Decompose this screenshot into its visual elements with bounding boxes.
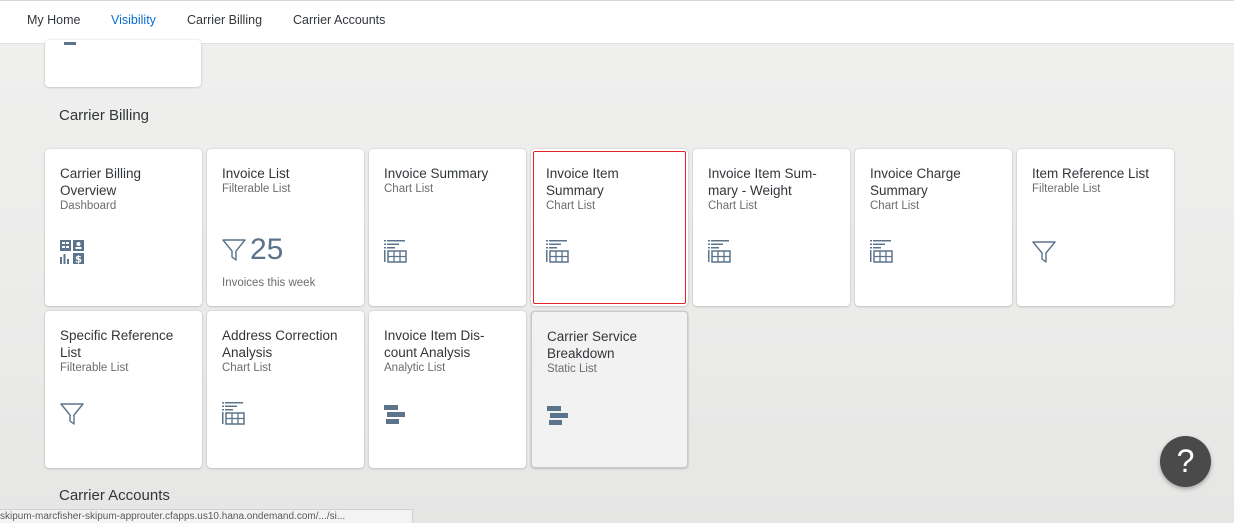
tab-carrier-billing[interactable]: Carrier Billing (187, 13, 262, 27)
tile-title: Invoice Summary (384, 166, 489, 181)
chart-table-icon (870, 240, 894, 271)
tile-subtitle: Static List (547, 363, 597, 375)
tile-invoice-item-discount-analysis[interactable]: Invoice Item Dis-count Analysis Analytic… (369, 311, 526, 468)
bar-chart-horizontal-icon (547, 406, 569, 433)
tile-subtitle: Chart List (870, 200, 920, 212)
filter-icon (60, 402, 84, 431)
tile-title: Carrier Service Breakdown (547, 329, 638, 361)
section-title-carrier-billing: Carrier Billing (59, 107, 150, 124)
tile-title: Specific Reference List (60, 328, 174, 360)
tile-title: Invoice Charge Summary (870, 166, 961, 198)
tile-invoice-item-summary[interactable]: Invoice Item Summary Chart List (531, 149, 688, 306)
dashboard-icon: $ (60, 240, 86, 271)
chart-table-icon (708, 240, 732, 271)
tile-subtitle: Filterable List (1032, 183, 1101, 195)
tab-carrier-accounts[interactable]: Carrier Accounts (293, 13, 385, 27)
tile-title: Address Correction Analysis (222, 328, 338, 360)
tile-specific-reference-list[interactable]: Specific Reference List Filterable List (45, 311, 202, 468)
chart-table-icon (546, 240, 570, 271)
tile-carrier-billing-overview[interactable]: Carrier Billing Overview Dashboard $ (45, 149, 202, 306)
tile-item-reference-list[interactable]: Item Reference List Filterable List (1017, 149, 1174, 306)
tab-visibility[interactable]: Visibility (111, 13, 156, 27)
tile-title: Carrier Billing Overview (60, 166, 142, 198)
tile-title: Invoice Item Dis-count Analysis (384, 328, 485, 360)
tab-my-home[interactable]: My Home (27, 13, 80, 27)
tile-title: Item Reference List (1032, 166, 1150, 181)
tile-subtitle: Chart List (708, 200, 758, 212)
filter-icon (1032, 240, 1056, 269)
chart-table-icon (222, 402, 246, 433)
shell-header: My Home Visibility Carrier Billing Carri… (0, 0, 1234, 44)
tile-subtitle: Chart List (222, 362, 272, 374)
tile-address-correction-analysis[interactable]: Address Correction Analysis Chart List (207, 311, 364, 468)
tile-title: Invoice Item Sum-mary - Weight (708, 166, 817, 198)
partial-tile[interactable] (45, 40, 201, 87)
kpi: 25 (222, 233, 283, 267)
tile-invoice-summary[interactable]: Invoice Summary Chart List (369, 149, 526, 306)
svg-text:$: $ (75, 255, 82, 266)
tile-title: Invoice Item Summary (546, 166, 619, 198)
tile-invoice-list[interactable]: Invoice List Filterable List 25 Invoices… (207, 149, 364, 306)
chart-table-icon (384, 240, 408, 271)
tile-subtitle: Filterable List (60, 362, 129, 374)
tile-subtitle: Filterable List (222, 183, 291, 195)
tile-icon-fragment (64, 42, 76, 45)
kpi-footer: Invoices this week (222, 277, 316, 289)
tile-subtitle: Chart List (384, 183, 434, 195)
filter-icon (222, 239, 246, 261)
section-title-carrier-accounts: Carrier Accounts (59, 487, 170, 504)
tile-invoice-charge-summary[interactable]: Invoice Charge Summary Chart List (855, 149, 1012, 306)
tile-subtitle: Chart List (546, 200, 596, 212)
tile-subtitle: Analytic List (384, 362, 446, 374)
help-button[interactable]: ? (1160, 436, 1211, 487)
status-bar-url: skipum-marcfisher-skipum-approuter.cfapp… (0, 509, 413, 523)
kpi-value: 25 (250, 233, 284, 266)
tile-carrier-service-breakdown[interactable]: Carrier Service Breakdown Static List (531, 311, 688, 468)
tile-title: Invoice List (222, 166, 290, 181)
tile-subtitle: Dashboard (60, 200, 117, 212)
bar-chart-horizontal-icon (384, 405, 406, 432)
tile-invoice-item-summary-weight[interactable]: Invoice Item Sum-mary - Weight Chart Lis… (693, 149, 850, 306)
